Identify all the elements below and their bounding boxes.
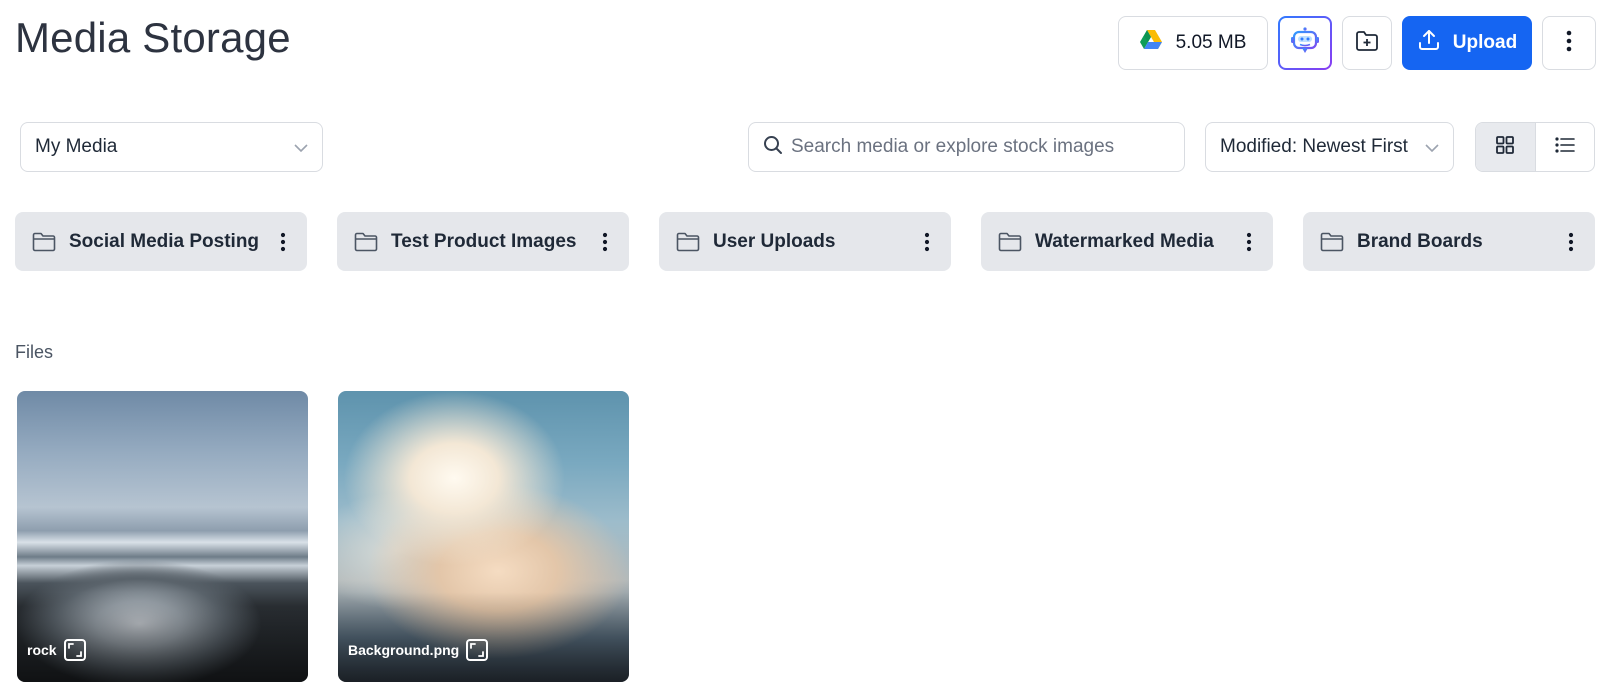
sort-value: Modified: Newest First xyxy=(1220,136,1408,157)
chevron-down-icon xyxy=(294,136,308,158)
folder-item[interactable]: Social Media Posting xyxy=(15,212,307,271)
folder-item[interactable]: Brand Boards xyxy=(1303,212,1595,271)
folder-icon xyxy=(998,230,1024,254)
view-toggle xyxy=(1475,122,1595,172)
kebab-vertical-icon[interactable] xyxy=(1561,232,1581,252)
grid-view-button[interactable] xyxy=(1476,123,1536,171)
media-source-value: My Media xyxy=(35,136,118,157)
folder-name: Brand Boards xyxy=(1357,230,1483,252)
search-icon xyxy=(763,135,783,160)
ai-assistant-button[interactable] xyxy=(1278,16,1332,70)
page-title: Media Storage xyxy=(15,14,291,61)
file-card[interactable]: Background.png xyxy=(338,391,629,682)
kebab-vertical-icon xyxy=(1566,30,1572,57)
folder-name: User Uploads xyxy=(713,230,836,252)
top-actions: 5.05 MB Upload xyxy=(1118,16,1596,70)
sort-select[interactable]: Modified: Newest First xyxy=(1205,122,1454,172)
expand-icon[interactable] xyxy=(63,639,86,661)
list-icon xyxy=(1555,136,1575,158)
storage-usage-button[interactable]: 5.05 MB xyxy=(1118,16,1268,70)
kebab-vertical-icon[interactable] xyxy=(1239,232,1259,252)
search-field[interactable] xyxy=(748,122,1185,172)
folder-name: Watermarked Media xyxy=(1035,230,1214,252)
upload-icon xyxy=(1417,28,1441,58)
file-name: Background.png xyxy=(348,642,460,658)
storage-usage-label: 5.05 MB xyxy=(1175,32,1247,53)
folder-icon xyxy=(354,230,380,254)
file-card[interactable]: rock xyxy=(17,391,308,682)
grid-icon xyxy=(1496,135,1515,159)
chevron-down-icon xyxy=(1425,136,1439,158)
folder-name: Social Media Posting xyxy=(69,230,260,252)
folder-list: Social Media Posting Test Product Images… xyxy=(15,212,1595,271)
folder-item[interactable]: User Uploads xyxy=(659,212,951,271)
list-view-button[interactable] xyxy=(1536,123,1595,171)
more-options-button[interactable] xyxy=(1542,16,1596,70)
upload-button[interactable]: Upload xyxy=(1402,16,1532,70)
folder-item[interactable]: Watermarked Media xyxy=(981,212,1273,271)
expand-icon[interactable] xyxy=(466,639,489,661)
media-source-select[interactable]: My Media xyxy=(20,122,323,172)
folder-plus-icon xyxy=(1355,30,1379,57)
kebab-vertical-icon[interactable] xyxy=(273,232,293,252)
search-input[interactable] xyxy=(791,136,1170,158)
file-name: rock xyxy=(27,642,57,658)
google-drive-icon xyxy=(1139,30,1162,56)
folder-icon xyxy=(32,230,58,254)
file-grid: rock Background.png xyxy=(17,391,629,682)
folder-name: Test Product Images xyxy=(391,230,577,252)
new-folder-button[interactable] xyxy=(1342,16,1392,70)
upload-label: Upload xyxy=(1452,32,1518,53)
folder-item[interactable]: Test Product Images xyxy=(337,212,629,271)
files-heading: Files xyxy=(15,342,54,362)
folder-icon xyxy=(1320,230,1346,254)
robot-chat-icon xyxy=(1290,26,1320,60)
kebab-vertical-icon[interactable] xyxy=(917,232,937,252)
kebab-vertical-icon[interactable] xyxy=(595,232,615,252)
folder-icon xyxy=(676,230,702,254)
